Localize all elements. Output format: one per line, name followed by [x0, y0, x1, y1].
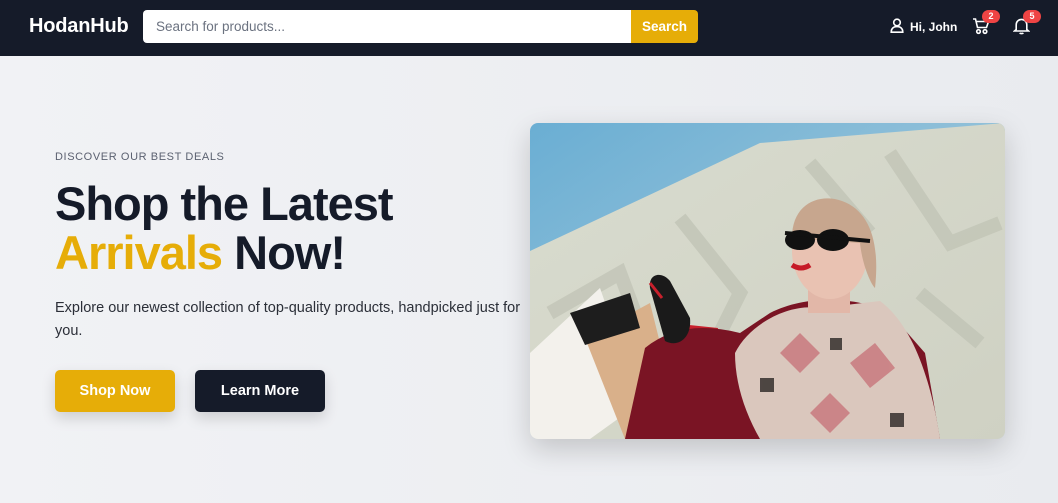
hero-section: DISCOVER OUR BEST DEALS Shop the Latest … — [0, 56, 1058, 503]
hero-headline: Shop the Latest Arrivals Now! — [55, 177, 394, 279]
notifications-count-badge: 5 — [1023, 10, 1041, 23]
headline-rest: Now! — [234, 226, 346, 279]
search-bar: Search — [143, 10, 698, 43]
hero-eyebrow: DISCOVER OUR BEST DEALS — [55, 151, 225, 163]
bell-icon — [1012, 18, 1031, 39]
cart-button[interactable]: 2 — [972, 10, 1000, 39]
user-greeting: Hi, John — [910, 20, 958, 34]
navbar: HodanHub Search Hi, John 2 — [0, 0, 1058, 56]
shopping-woman-photo — [530, 123, 1005, 439]
cart-count-badge: 2 — [982, 10, 1000, 23]
headline-accent: Arrivals — [55, 226, 223, 279]
cart-icon — [972, 18, 990, 39]
search-input[interactable] — [143, 10, 631, 43]
search-button[interactable]: Search — [631, 10, 698, 43]
headline-line1: Shop the Latest — [55, 177, 394, 230]
notifications-button[interactable]: 5 — [1012, 10, 1041, 39]
shop-now-button[interactable]: Shop Now — [55, 370, 175, 412]
hero-image — [530, 123, 1005, 439]
hero-description: Explore our newest collection of top-qua… — [55, 300, 521, 339]
logo[interactable]: HodanHub — [29, 15, 129, 38]
user-menu[interactable]: Hi, John — [890, 18, 957, 36]
learn-more-button[interactable]: Learn More — [195, 370, 325, 412]
user-icon — [890, 18, 904, 36]
